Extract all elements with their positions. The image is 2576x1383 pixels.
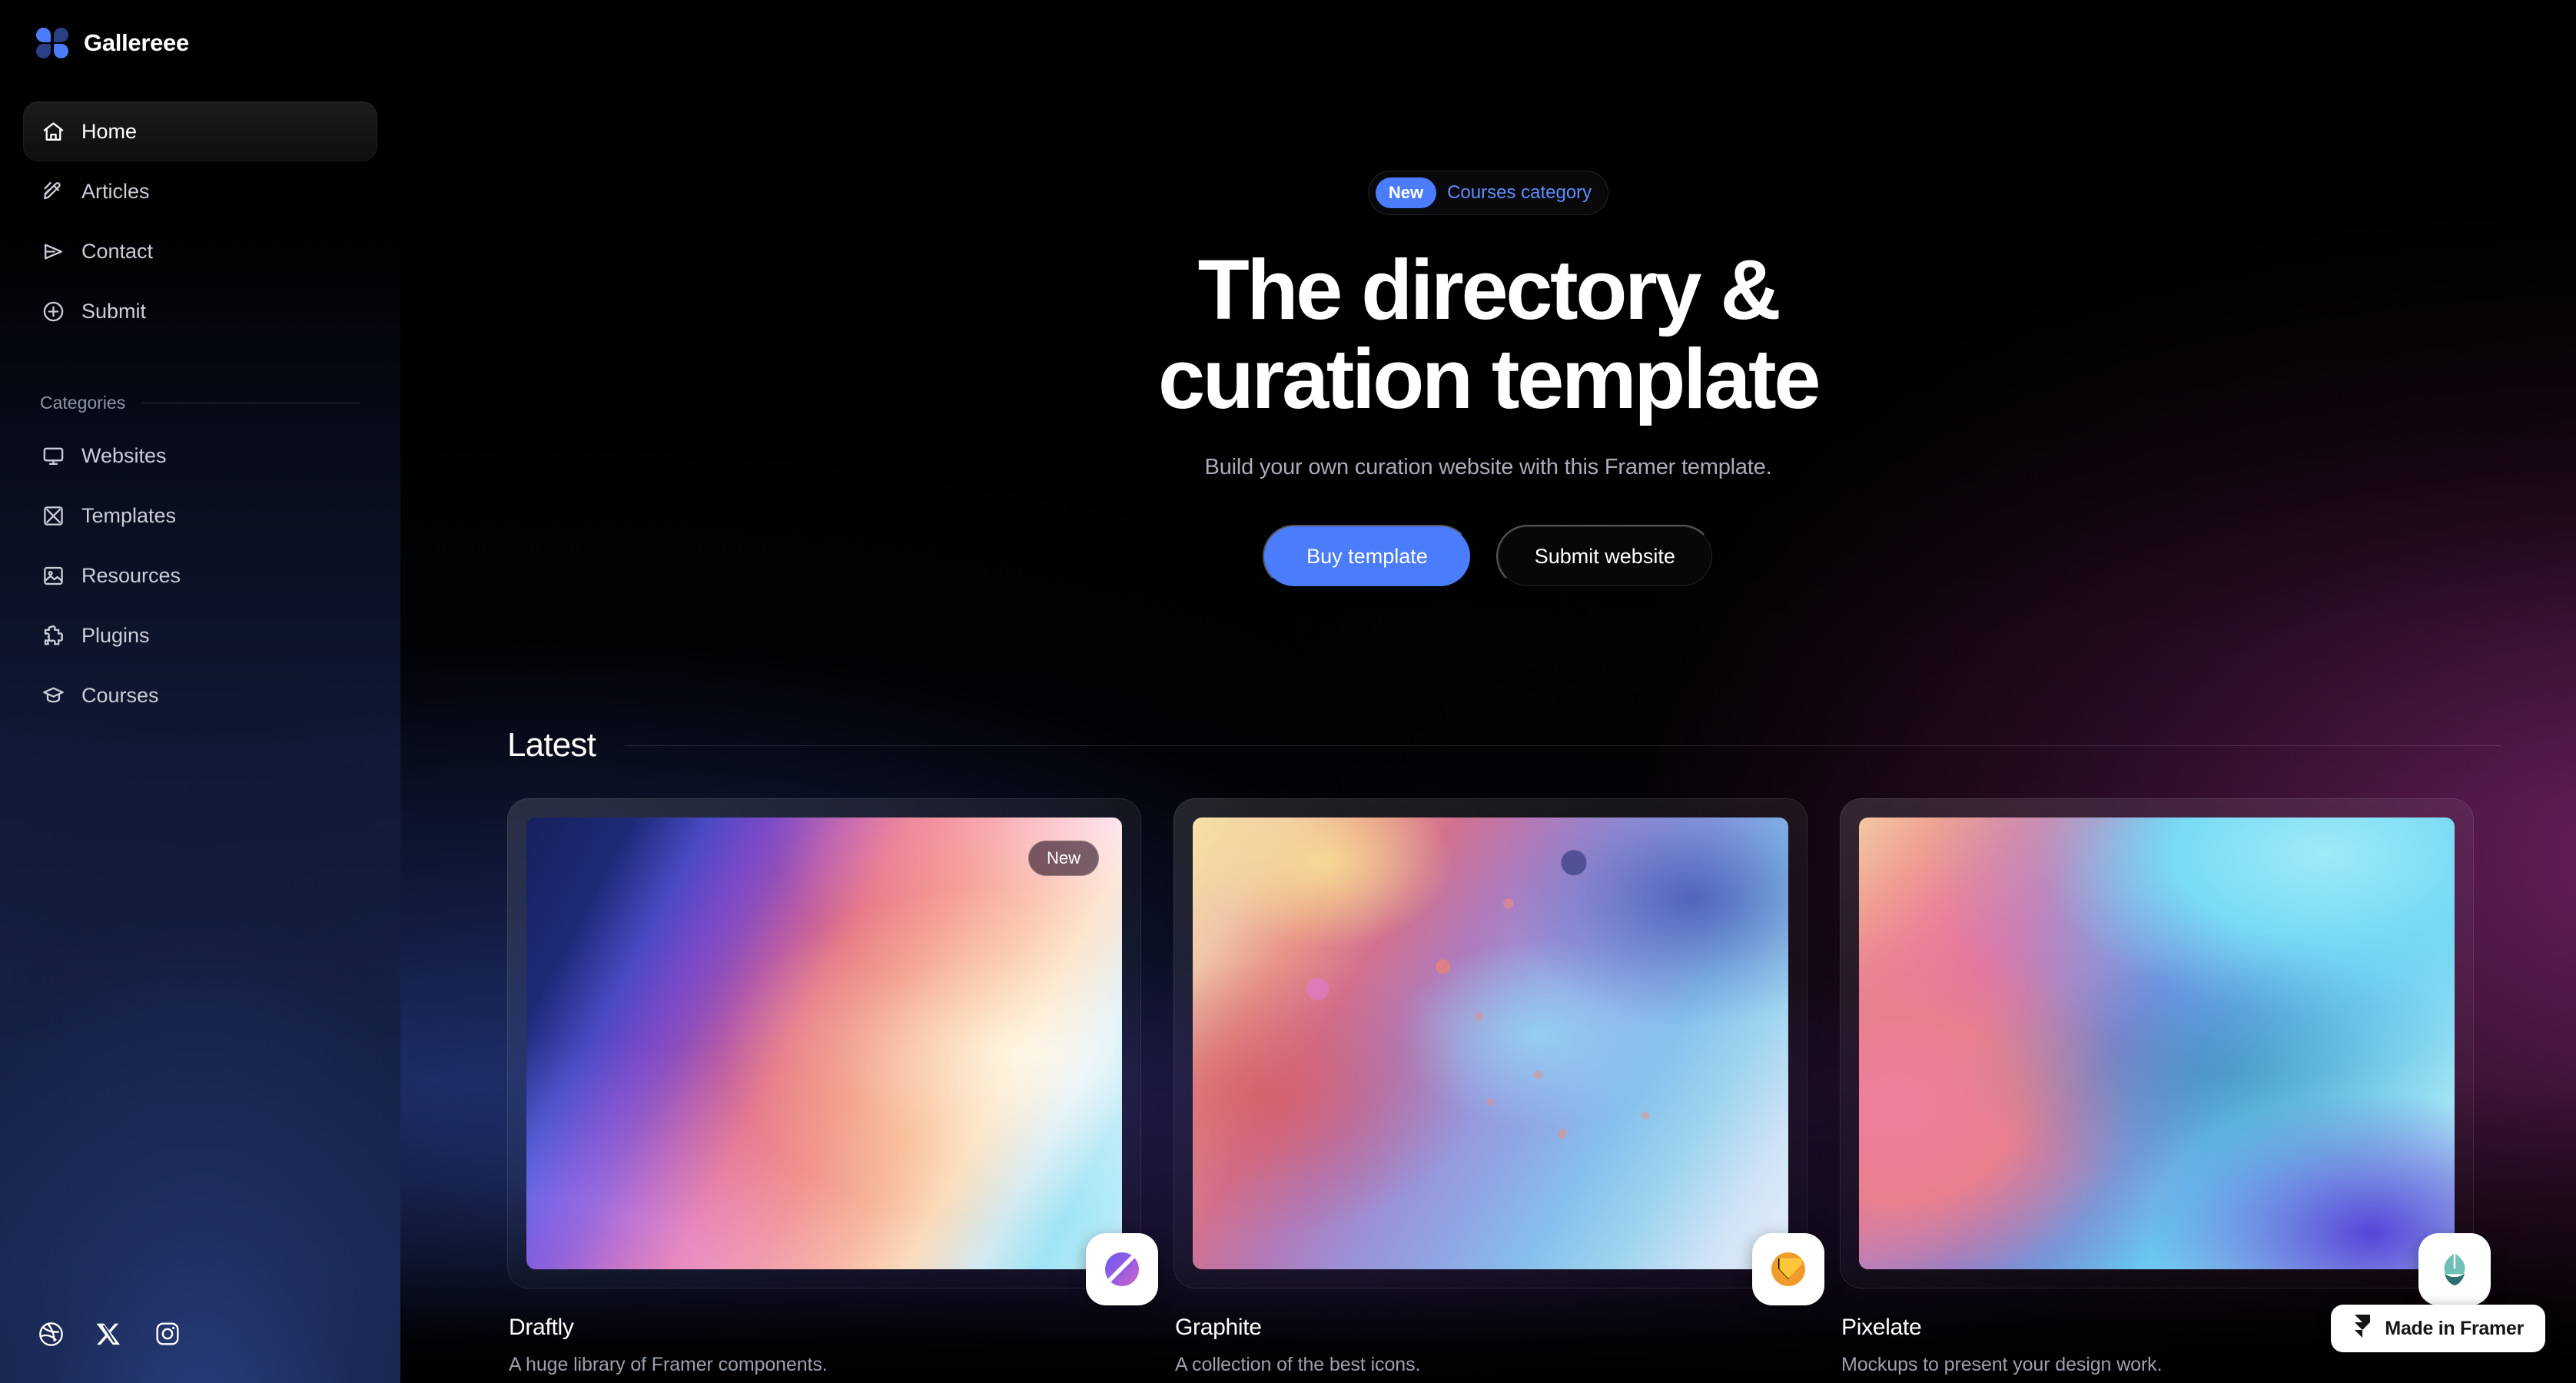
image-icon bbox=[40, 562, 66, 589]
card-thumbnail bbox=[1859, 818, 2455, 1270]
hero-cta-row: Buy template Submit website bbox=[400, 525, 2576, 589]
sidebar-item-label: Templates bbox=[81, 503, 177, 527]
hero-section: New Courses category The directory & cur… bbox=[400, 0, 2576, 589]
sidebar-item-label: Contact bbox=[81, 239, 154, 263]
graphite-chevron-logo-icon bbox=[1752, 1233, 1824, 1306]
list-item[interactable]: New Draftly A huge library of Framer com… bbox=[507, 798, 1158, 1376]
headline-line-1: The directory & bbox=[1197, 243, 1781, 337]
social-links bbox=[36, 1319, 182, 1348]
section-title: Latest bbox=[507, 726, 596, 764]
categories-label: Categories bbox=[40, 392, 126, 413]
framer-logo-icon bbox=[2352, 1314, 2372, 1343]
card-grid: New Draftly A huge library of Framer com… bbox=[507, 798, 2576, 1376]
list-item[interactable]: Pixelate Mockups to present your design … bbox=[1840, 798, 2491, 1376]
clover-logo-icon bbox=[36, 28, 68, 58]
sidebar-item-templates[interactable]: Templates bbox=[23, 486, 377, 546]
sidebar-item-contact[interactable]: Contact bbox=[23, 221, 377, 281]
dribbble-icon[interactable] bbox=[36, 1319, 65, 1348]
card-description: A huge library of Framer components. bbox=[509, 1354, 828, 1376]
card-title: Draftly bbox=[509, 1315, 574, 1341]
card-description: A collection of the best icons. bbox=[1175, 1354, 1421, 1376]
pencil-lines-icon bbox=[40, 178, 66, 204]
plus-circle-icon bbox=[40, 298, 66, 324]
home-icon bbox=[40, 118, 66, 144]
announcement-pill[interactable]: New Courses category bbox=[1367, 171, 1609, 215]
brand-name: Gallereee bbox=[84, 29, 189, 56]
x-twitter-icon[interactable] bbox=[95, 1319, 124, 1348]
sidebar-item-label: Courses bbox=[81, 683, 159, 707]
puzzle-piece-icon bbox=[40, 622, 66, 648]
sidebar-item-courses[interactable]: Courses bbox=[23, 665, 377, 725]
send-paper-plane-icon bbox=[40, 238, 66, 264]
sidebar-item-websites[interactable]: Websites bbox=[23, 426, 377, 486]
pill-link-text: Courses category bbox=[1447, 182, 1592, 203]
graduation-cap-icon bbox=[40, 682, 66, 708]
draftly-circle-slash-logo-icon bbox=[1086, 1233, 1158, 1306]
card-frame bbox=[1840, 798, 2491, 1306]
sidebar-item-label: Plugins bbox=[81, 623, 150, 647]
sidebar-item-label: Websites bbox=[81, 443, 167, 467]
status-badge: New bbox=[1027, 841, 1099, 877]
divider bbox=[625, 745, 2501, 746]
card-title: Graphite bbox=[1175, 1315, 1262, 1341]
sidebar-item-label: Submit bbox=[81, 299, 147, 323]
headline-line-2: curation template bbox=[1157, 332, 1821, 427]
sidebar-item-label: Articles bbox=[81, 179, 150, 203]
main-content: New Courses category The directory & cur… bbox=[400, 0, 2576, 1383]
sidebar-item-plugins[interactable]: Plugins bbox=[23, 605, 377, 665]
brand[interactable]: Gallereee bbox=[23, 0, 377, 86]
made-in-framer-label: Made in Framer bbox=[2385, 1317, 2524, 1339]
card-frame: New bbox=[507, 798, 1158, 1306]
frame-cross-icon bbox=[40, 502, 66, 529]
primary-nav: Home Articles Contact Submit Categories … bbox=[23, 101, 377, 725]
card-frame bbox=[1173, 798, 1824, 1306]
sidebar-item-home[interactable]: Home bbox=[23, 101, 377, 161]
latest-section: Latest New Draftly A huge library of Fra… bbox=[400, 726, 2576, 1376]
categories-header: Categories bbox=[23, 387, 377, 418]
sidebar-item-label: Home bbox=[81, 119, 138, 143]
sidebar: Gallereee Home Articles Contact Submit C… bbox=[0, 0, 400, 1383]
app-root: Gallereee Home Articles Contact Submit C… bbox=[0, 0, 2576, 1383]
hero-subtitle: Build your own curation website with thi… bbox=[1204, 455, 1772, 480]
card-description: Mockups to present your design work. bbox=[1841, 1354, 2163, 1376]
page-title: The directory & curation template bbox=[400, 243, 2576, 427]
card-thumbnail bbox=[1193, 818, 1788, 1270]
sidebar-item-label: Resources bbox=[81, 563, 181, 587]
list-item[interactable]: Graphite A collection of the best icons. bbox=[1173, 798, 1824, 1376]
sidebar-item-articles[interactable]: Articles bbox=[23, 161, 377, 221]
monitor-icon bbox=[40, 443, 66, 469]
buy-template-button[interactable]: Buy template bbox=[1263, 525, 1472, 589]
made-in-framer-badge[interactable]: Made in Framer bbox=[2331, 1305, 2545, 1352]
pixelate-leaf-logo-icon bbox=[2418, 1233, 2491, 1306]
pill-new-badge: New bbox=[1375, 177, 1437, 208]
submit-website-button[interactable]: Submit website bbox=[1495, 525, 1714, 589]
section-header: Latest bbox=[507, 726, 2501, 764]
sidebar-item-submit[interactable]: Submit bbox=[23, 281, 377, 341]
instagram-icon[interactable] bbox=[153, 1319, 182, 1348]
card-thumbnail: New bbox=[526, 818, 1122, 1270]
sidebar-item-resources[interactable]: Resources bbox=[23, 546, 377, 605]
